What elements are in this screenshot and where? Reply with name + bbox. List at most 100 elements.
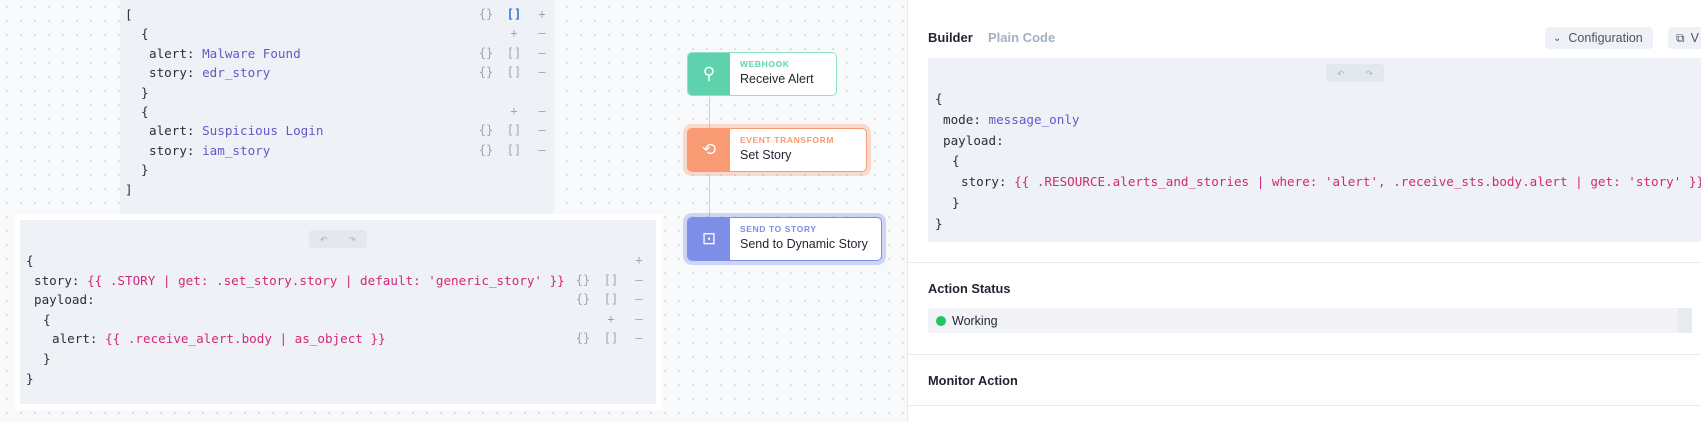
external-link-button[interactable]: ⧉ V (1668, 27, 1701, 49)
code-key: story: (149, 142, 195, 158)
undo-icon[interactable]: ↶ (320, 232, 328, 247)
code-key: [ (125, 7, 133, 22)
top-array-editor[interactable]: [{}[] +{+ — alert: Malware Found{}[] — story:… (120, 0, 554, 214)
code-key: payload: (34, 292, 95, 308)
array-toggle-button[interactable]: [] (505, 120, 523, 141)
code-key: { (935, 91, 943, 106)
code-value[interactable]: {{ .RESOURCE.alerts_and_stories | where:… (1014, 174, 1701, 189)
array-toggle-button[interactable]: [] (505, 43, 523, 64)
line-controls: {} [] — (477, 120, 551, 141)
undo-redo-bar: ↶ ↷ (309, 230, 367, 248)
divider (908, 262, 1701, 263)
remove-button[interactable]: — (630, 309, 648, 330)
configuration-button[interactable]: ⌄ Configuration (1545, 27, 1653, 49)
code-line: { (928, 150, 1701, 171)
code-key: { (43, 311, 51, 327)
code-value[interactable]: Suspicious Login (202, 123, 323, 138)
add-button[interactable]: + (505, 101, 523, 122)
flow-node[interactable]: ⚲ WEBHOOK Receive Alert (687, 52, 837, 96)
object-toggle-button[interactable]: {} (477, 43, 495, 64)
code-value[interactable]: {{ .STORY | get: .set_story.story | defa… (87, 273, 565, 288)
line-controls: {} [] — (477, 43, 551, 64)
code-line: } (20, 368, 656, 389)
object-toggle-button[interactable]: {} (477, 120, 495, 141)
bottom-payload-editor[interactable]: ↶ ↷ { + story: {{ .STORY | get: .set_story… (14, 214, 662, 410)
action-status-value: Working (952, 313, 998, 328)
object-toggle-button[interactable]: {} (574, 289, 592, 310)
code-line: story: edr_story {} [] — (120, 62, 554, 83)
code-line: } (20, 348, 656, 369)
node-name: Send to Dynamic Story (740, 237, 868, 251)
node-type: EVENT TRANSFORM (740, 135, 834, 145)
code-line: payload: {} [] — (20, 289, 656, 310)
code-value[interactable]: edr_story (202, 65, 270, 80)
code-value[interactable]: {{ .receive_alert.body | as_object }} (105, 331, 386, 346)
code-value[interactable]: Malware Found (202, 46, 301, 61)
remove-button[interactable]: — (630, 270, 648, 291)
code-value[interactable]: iam_story (202, 143, 270, 158)
array-toggle-button[interactable]: [] (602, 289, 620, 310)
code-key: payload: (943, 132, 1004, 148)
add-button[interactable]: + (630, 250, 648, 271)
array-toggle-button[interactable]: [] (505, 4, 523, 25)
object-toggle-button[interactable]: {} (477, 4, 495, 25)
array-toggle-button[interactable]: [] (505, 62, 523, 83)
monitor-action-title: Monitor Action (928, 373, 1018, 388)
object-toggle-button[interactable]: {} (574, 328, 592, 349)
chevron-down-icon: ⌄ (1553, 32, 1562, 44)
line-controls: + — (477, 101, 551, 122)
tab-plain-code[interactable]: Plain Code (988, 30, 1055, 45)
builder-editor[interactable]: ↶ ↷ {mode: message_only payload:{story: {… (928, 58, 1701, 242)
code-key: } (141, 162, 149, 178)
remove-button[interactable]: — (533, 120, 551, 141)
object-toggle-button[interactable]: {} (574, 270, 592, 291)
redo-icon[interactable]: ↷ (1366, 66, 1374, 81)
code-line: payload: (928, 130, 1701, 151)
line-controls: {} [] + (477, 4, 551, 25)
array-toggle-button[interactable]: [] (602, 328, 620, 349)
code-key: ] (125, 181, 133, 197)
remove-button[interactable]: — (533, 23, 551, 44)
remove-button[interactable]: — (630, 289, 648, 310)
flow-node[interactable]: ⊡ SEND TO STORY Send to Dynamic Story (687, 217, 882, 261)
code-key: alert: (149, 123, 195, 139)
node-name: Receive Alert (740, 72, 814, 86)
code-key: { (26, 253, 34, 268)
add-button[interactable]: + (533, 4, 551, 25)
code-key: story: (961, 174, 1007, 190)
redo-icon[interactable]: ↷ (349, 232, 357, 247)
code-key: story: (149, 65, 195, 81)
code-key: story: (34, 272, 80, 288)
remove-button[interactable]: — (533, 43, 551, 64)
add-button[interactable]: + (602, 309, 620, 330)
add-button[interactable]: + (505, 23, 523, 44)
remove-button[interactable]: — (533, 62, 551, 83)
object-toggle-button[interactable]: {} (477, 140, 495, 161)
webhook-icon: ⚲ (688, 53, 730, 95)
code-key: mode: (943, 111, 981, 127)
tab-builder[interactable]: Builder (928, 30, 973, 45)
array-toggle-button[interactable]: [] (602, 270, 620, 291)
send-to-story-icon: ⊡ (688, 218, 730, 260)
action-panel: Builder Plain Code ⌄ Configuration ⧉ V ↶… (907, 0, 1701, 422)
remove-button[interactable]: — (630, 328, 648, 349)
line-controls: {} [] — (477, 62, 551, 83)
remove-button[interactable]: — (533, 140, 551, 161)
code-key: { (952, 153, 960, 169)
code-line: story: {{ .RESOURCE.alerts_and_stories |… (928, 171, 1701, 192)
line-controls: {} [] — (574, 270, 648, 291)
code-line: } (120, 82, 554, 103)
code-value[interactable]: message_only (989, 112, 1080, 127)
external-link-label: V (1690, 31, 1699, 45)
code-key: } (26, 370, 34, 386)
flow-node[interactable]: ⟲ EVENT TRANSFORM Set Story (687, 128, 867, 172)
transform-icon: ⟲ (688, 129, 730, 171)
connector-line (709, 97, 710, 129)
code-line: } (928, 213, 1701, 234)
object-toggle-button[interactable]: {} (477, 62, 495, 83)
undo-icon[interactable]: ↶ (1337, 66, 1345, 81)
array-toggle-button[interactable]: [] (505, 140, 523, 161)
status-dot-icon (936, 315, 946, 326)
remove-button[interactable]: — (533, 101, 551, 122)
line-controls: + — (574, 309, 648, 330)
